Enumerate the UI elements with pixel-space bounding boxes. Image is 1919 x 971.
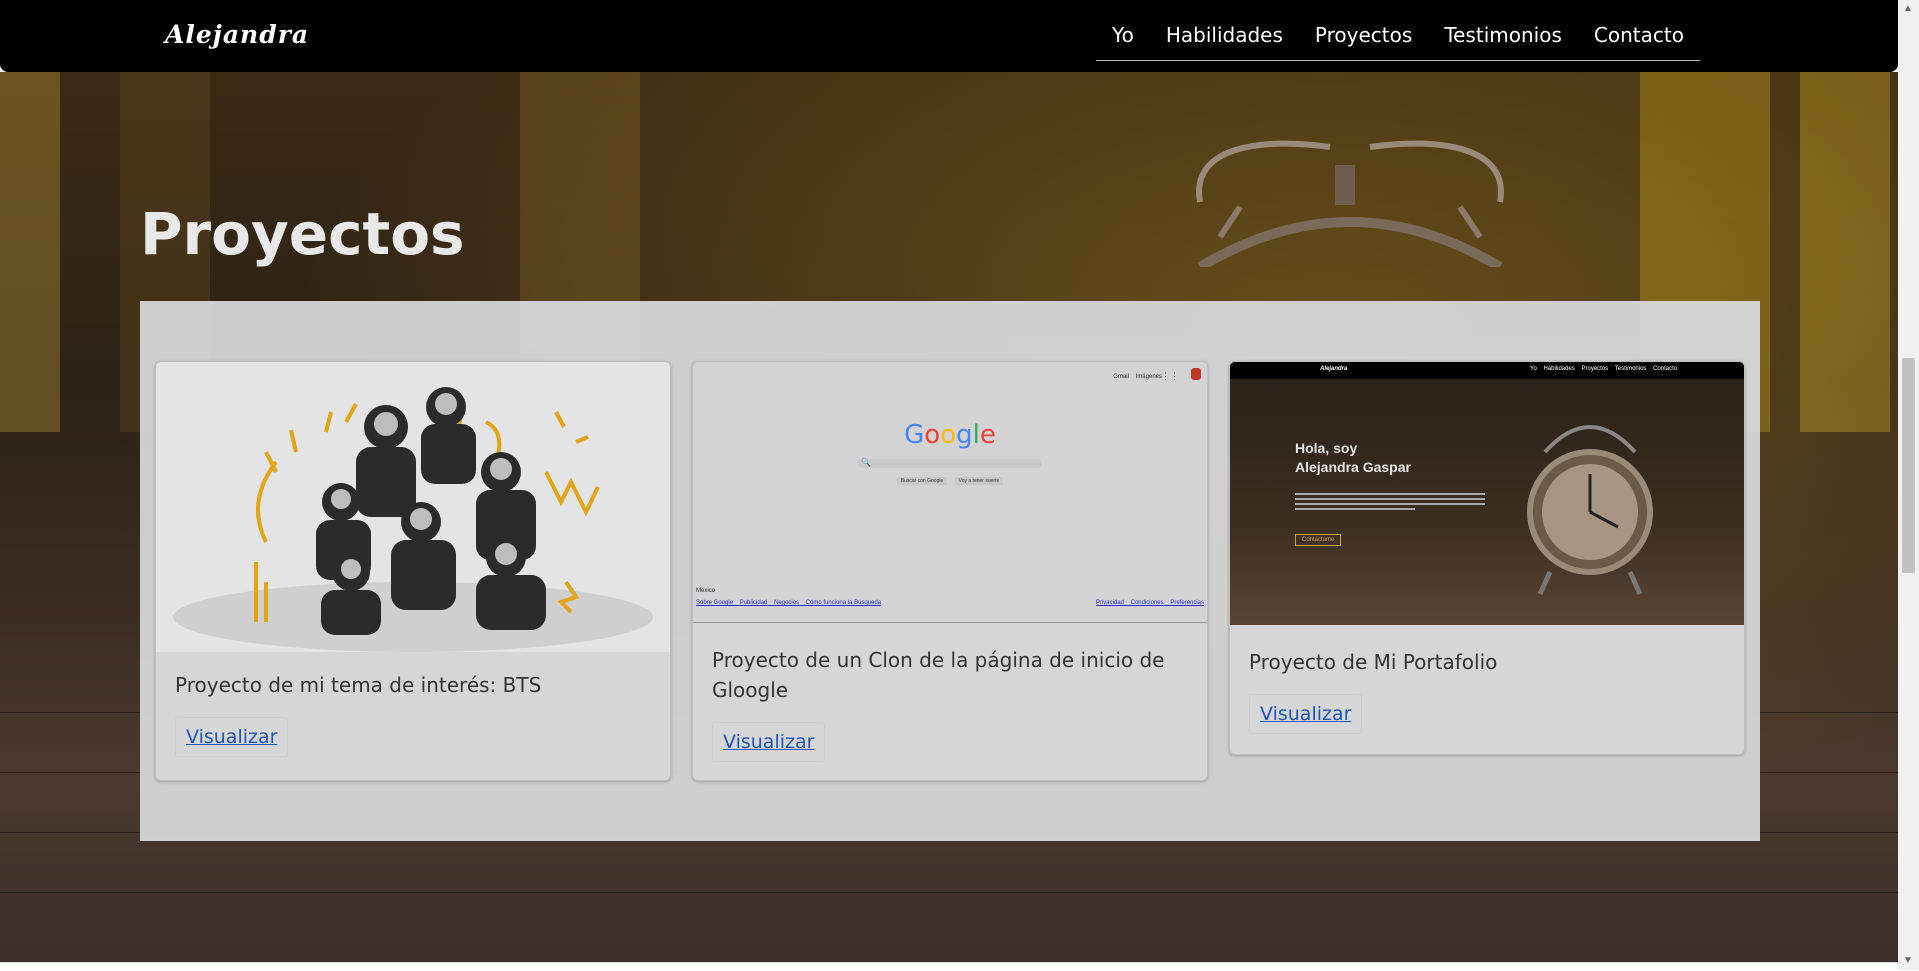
footer-link[interactable]: Sobre Google <box>696 600 733 606</box>
footer-link[interactable]: Cómo funciona la Búsqueda <box>806 600 881 606</box>
mini-nav-item: Contacto <box>1653 366 1678 372</box>
nav-proyectos[interactable]: Proyectos <box>1315 23 1412 47</box>
portfolio-thumbnail: Alejandra Yo Habilidades Proyectos Testi… <box>1230 362 1744 625</box>
google-clone-thumbnail: Gmail Imágenes ⋮⋮ Google 🔍 Buscar con Go… <box>693 362 1207 623</box>
nav-yo[interactable]: Yo <box>1112 23 1134 47</box>
projects-panel: Proyecto de mi tema de interés: BTS Visu… <box>140 301 1760 841</box>
project-card-google-clone: Gmail Imágenes ⋮⋮ Google 🔍 Buscar con Go… <box>692 361 1208 781</box>
gmail-link[interactable]: Gmail <box>1113 374 1129 380</box>
country-label: México <box>696 588 716 594</box>
lucky-button[interactable]: Voy a tener suerte <box>954 477 1004 485</box>
footer-link[interactable]: Condiciones <box>1131 600 1164 606</box>
google-search-button[interactable]: Buscar con Google <box>896 477 948 485</box>
apps-grid-icon: ⋮⋮ <box>1161 371 1179 381</box>
mini-nav-item: Testimonios <box>1614 366 1647 372</box>
footer-link[interactable]: Privacidad <box>1096 600 1124 606</box>
project-title: Proyecto de Mi Portafolio <box>1249 650 1498 674</box>
mini-contact-button: Contactame <box>1295 534 1342 546</box>
mini-nav-links: Yo Habilidades Proyectos Testimonios Con… <box>1530 366 1677 372</box>
mini-navbar: Alejandra Yo Habilidades Proyectos Testi… <box>1230 362 1744 379</box>
brand-logo[interactable]: Alejandra <box>165 20 309 49</box>
vertical-scrollbar[interactable]: ▲ ▼ <box>1898 0 1919 970</box>
google-thumb-top-links: Gmail Imágenes <box>1113 374 1162 380</box>
scroll-up-icon[interactable]: ▲ <box>1903 3 1913 14</box>
project-card-bts: Proyecto de mi tema de interés: BTS Visu… <box>155 361 671 781</box>
mini-nav-item: Habilidades <box>1543 366 1575 372</box>
nav-habilidades[interactable]: Habilidades <box>1166 23 1283 47</box>
mini-brand: Alejandra <box>1320 366 1348 372</box>
project-card-portfolio: Alejandra Yo Habilidades Proyectos Testi… <box>1229 361 1745 755</box>
footer-link[interactable]: Negocios <box>774 600 799 606</box>
top-navbar: Alejandra Yo Habilidades Proyectos Testi… <box>0 0 1898 72</box>
mini-nav-item: Proyectos <box>1581 366 1609 372</box>
project-title: Proyecto de mi tema de interés: BTS <box>175 673 542 697</box>
scroll-down-icon[interactable]: ▼ <box>1903 955 1913 966</box>
footer-link[interactable]: Publicidad <box>740 600 768 606</box>
visualizar-link[interactable]: Visualizar <box>175 717 289 757</box>
footer-right-links: Privacidad Condiciones Preferencias <box>1096 600 1204 606</box>
avatar <box>1191 368 1201 380</box>
visualizar-link[interactable]: Visualizar <box>1249 694 1363 734</box>
main-nav: Yo Habilidades Proyectos Testimonios Con… <box>1096 10 1700 61</box>
visualizar-link[interactable]: Visualizar <box>712 722 826 762</box>
footer-link[interactable]: Preferencias <box>1170 600 1204 606</box>
project-title: Proyecto de un Clon de la página de inic… <box>712 648 1165 702</box>
footer-left-links: Sobre Google Publicidad Negocios Cómo fu… <box>696 600 881 606</box>
hero-greeting: Hola, soy <box>1295 440 1358 456</box>
clock-illustration <box>1196 140 1504 267</box>
hero-description-lines <box>1295 490 1485 513</box>
section-title: Proyectos <box>140 200 465 268</box>
scrollbar-thumb[interactable] <box>1902 358 1915 573</box>
google-logo: Google <box>904 420 996 450</box>
hero-name: Alejandra Gaspar <box>1295 459 1411 475</box>
search-icon: 🔍 <box>861 458 871 467</box>
google-search-input[interactable] <box>858 459 1042 468</box>
mini-nav-item: Yo <box>1530 366 1537 372</box>
nav-contacto[interactable]: Contacto <box>1594 23 1684 47</box>
nav-testimonios[interactable]: Testimonios <box>1444 23 1562 47</box>
clock-icon <box>1527 425 1653 596</box>
images-link[interactable]: Imágenes <box>1136 374 1162 380</box>
bts-thumbnail-image <box>156 362 670 652</box>
